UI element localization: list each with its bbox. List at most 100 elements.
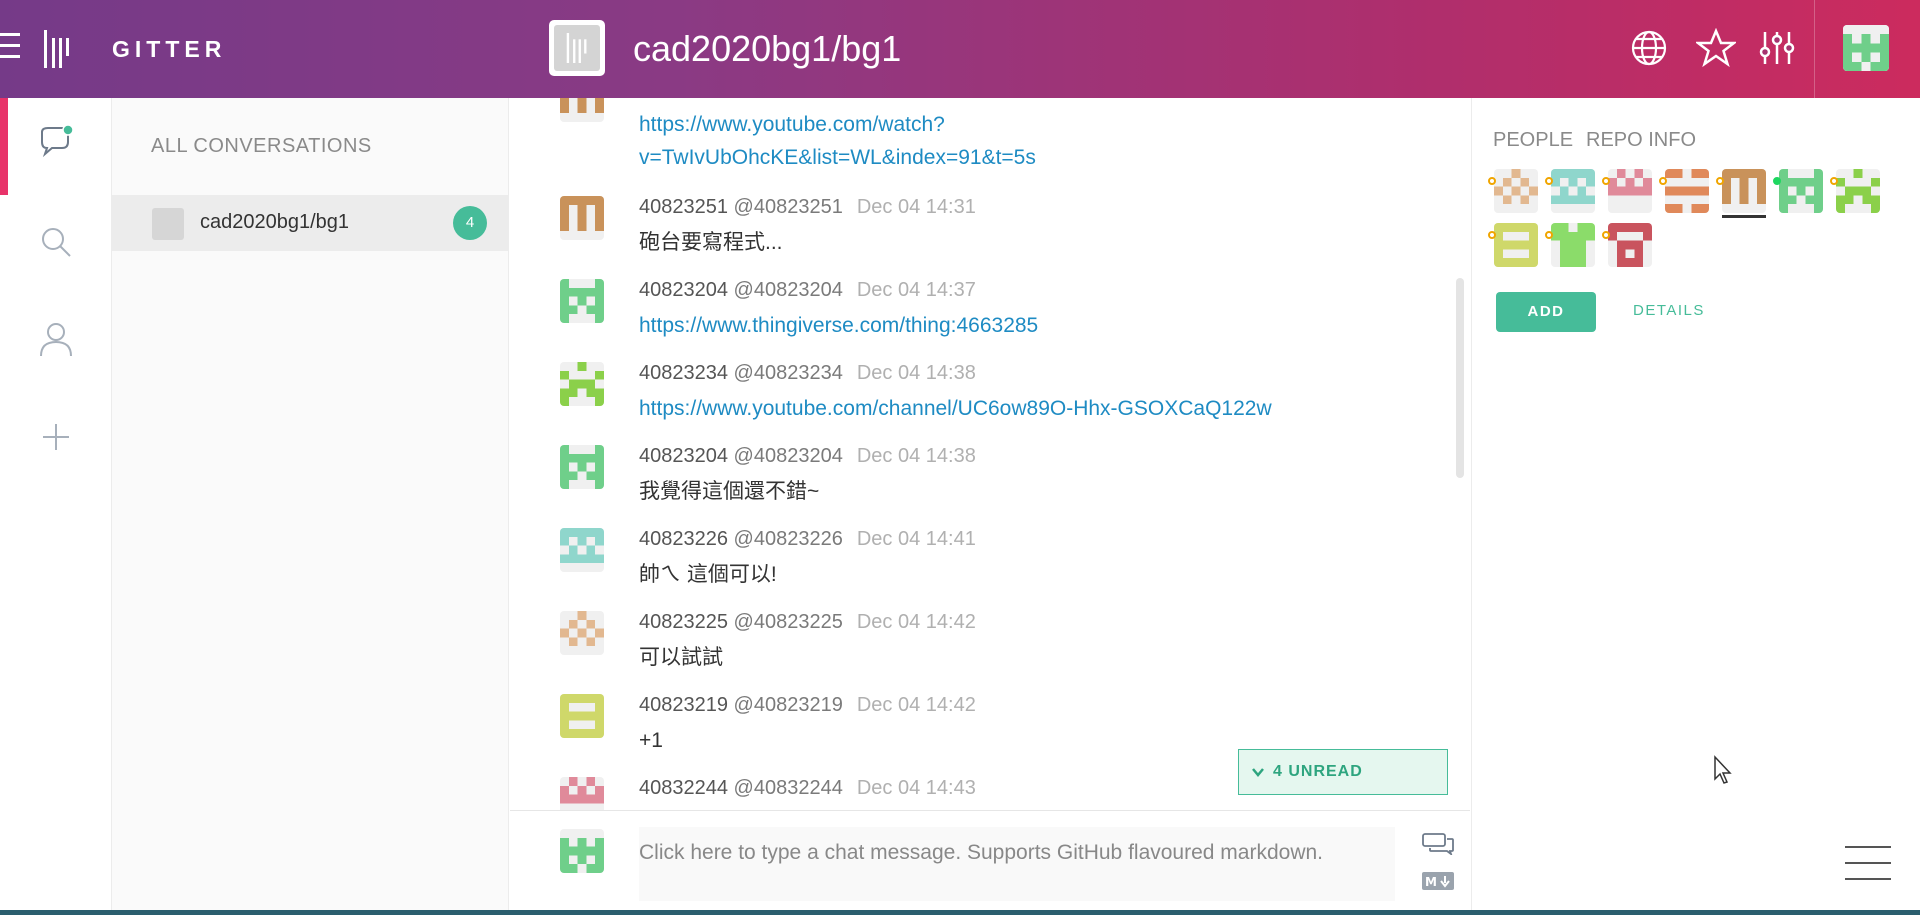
message-avatar[interactable]: [560, 611, 604, 655]
svg-text:M: M: [1425, 875, 1437, 889]
add-button[interactable]: ADD: [1496, 292, 1596, 332]
message-display-name[interactable]: 40823219: [639, 694, 728, 716]
conversations-icon[interactable]: [36, 122, 76, 162]
message-time[interactable]: Dec 04 14:38: [857, 445, 976, 467]
presence-dot: [1488, 231, 1496, 239]
chat-input[interactable]: Click here to type a chat message. Suppo…: [639, 827, 1395, 901]
message-link[interactable]: https://www.thingiverse.com/thing:466328…: [639, 314, 1038, 337]
message-avatar[interactable]: [560, 694, 604, 738]
person-avatar[interactable]: [1494, 223, 1538, 267]
person-avatar[interactable]: [1722, 169, 1766, 213]
message-username[interactable]: @40823251: [734, 98, 843, 100]
person-avatar[interactable]: [1779, 169, 1823, 213]
message-text: 砲台要寫程式...: [639, 231, 783, 254]
message-time[interactable]: Dec 04 14:31: [857, 196, 976, 218]
message-avatar[interactable]: [560, 777, 604, 810]
conversation-name: cad2020bg1/bg1: [200, 211, 350, 233]
message-display-name[interactable]: 40832244: [639, 777, 728, 799]
message-username[interactable]: @40823234: [734, 362, 843, 384]
chat-messages[interactable]: 40823251 @40823251 Dec 04 14:28 https://ww…: [510, 98, 1470, 810]
left-rail: [0, 98, 112, 915]
presence-dot: [1545, 231, 1553, 239]
message-body: https://www.youtube.com/channel/UC6ow89O…: [639, 392, 1272, 425]
message-avatar[interactable]: [560, 279, 604, 323]
message-link[interactable]: v=TwIvUbOhcKE&list=WL&index=91&t=5s: [639, 146, 1036, 169]
message-avatar[interactable]: [560, 98, 604, 122]
message-body: https://www.thingiverse.com/thing:466328…: [639, 309, 1038, 342]
person-avatar[interactable]: [1608, 223, 1652, 267]
room-logo-icon: [566, 33, 587, 63]
message-body: +1: [639, 724, 663, 757]
message-username[interactable]: @40823225: [734, 611, 843, 633]
top-bar: GITTER cad2020bg1/bg1: [0, 0, 1920, 98]
message-time[interactable]: Dec 04 14:38: [857, 362, 976, 384]
message-time[interactable]: Dec 04 14:42: [857, 611, 976, 633]
conversation-item[interactable]: cad2020bg1/bg1 4: [112, 195, 509, 251]
message-time[interactable]: Dec 04 14:41: [857, 528, 976, 550]
person-avatar[interactable]: [1836, 169, 1880, 213]
brand-name[interactable]: GITTER: [112, 36, 226, 63]
message-composer: Click here to type a chat message. Suppo…: [510, 810, 1470, 915]
globe-icon[interactable]: [1629, 28, 1669, 68]
person-avatar[interactable]: [1665, 169, 1709, 213]
message-display-name[interactable]: 40823204: [639, 445, 728, 467]
person-avatar[interactable]: [1551, 223, 1595, 267]
conversations-panel: ALL CONVERSATIONS cad2020bg1/bg1 4: [112, 98, 509, 915]
avatar-underline: [1722, 215, 1766, 218]
message-display-name[interactable]: 40823251: [639, 196, 728, 218]
message-meta: 40823251 @40823251 Dec 04 14:31: [639, 196, 976, 219]
person-avatar[interactable]: [1608, 169, 1652, 213]
markdown-icon[interactable]: M: [1421, 869, 1455, 893]
right-panel: PEOPLE REPO INFO ADD DETAILS: [1471, 98, 1920, 915]
message-avatar[interactable]: [560, 362, 604, 406]
message-display-name[interactable]: 40823226: [639, 528, 728, 550]
message-display-name[interactable]: 40823234: [639, 362, 728, 384]
details-link[interactable]: DETAILS: [1633, 302, 1705, 319]
chat-bubbles-icon[interactable]: [1421, 831, 1455, 855]
menu-icon[interactable]: [1845, 846, 1891, 882]
message-text: 我覺得這個還不錯~: [639, 480, 820, 503]
tab-repo-info[interactable]: REPO INFO: [1586, 129, 1696, 152]
message-username[interactable]: @40823251: [734, 196, 843, 218]
message-username[interactable]: @40832244: [734, 777, 843, 799]
unread-indicator-button[interactable]: 4 UNREAD: [1238, 749, 1448, 795]
message-meta: 40823204 @40823204 Dec 04 14:37: [639, 279, 976, 302]
chat-scrollbar[interactable]: [1456, 278, 1464, 478]
message-display-name[interactable]: 40823225: [639, 611, 728, 633]
presence-dot: [1830, 177, 1838, 185]
tab-people[interactable]: PEOPLE: [1493, 129, 1573, 152]
presence-dot: [1716, 177, 1724, 185]
people-icon[interactable]: [36, 318, 76, 358]
composer-user-avatar: [560, 829, 604, 873]
person-avatar[interactable]: [1494, 169, 1538, 213]
conversation-room-icon: [152, 208, 184, 240]
presence-dot: [1602, 177, 1610, 185]
message-time[interactable]: Dec 04 14:37: [857, 279, 976, 301]
message-link[interactable]: https://www.youtube.com/channel/UC6ow89O…: [639, 397, 1272, 420]
add-icon[interactable]: [36, 416, 76, 456]
room-avatar: [549, 20, 605, 76]
presence-dot: [1545, 177, 1553, 185]
settings-sliders-icon[interactable]: [1757, 28, 1797, 68]
message-avatar[interactable]: [560, 445, 604, 489]
message-link[interactable]: https://www.youtube.com/watch?: [639, 113, 945, 136]
message-time[interactable]: Dec 04 14:43: [857, 777, 976, 799]
message-meta: 40823204 @40823204 Dec 04 14:38: [639, 445, 976, 468]
menu-icon[interactable]: [0, 33, 20, 63]
message-username[interactable]: @40823219: [734, 694, 843, 716]
presence-dot: [1773, 177, 1781, 185]
user-avatar[interactable]: [1843, 25, 1889, 71]
message-display-name[interactable]: 40823251: [639, 98, 728, 100]
message-username[interactable]: @40823204: [734, 279, 843, 301]
message-avatar[interactable]: [560, 196, 604, 240]
message-display-name[interactable]: 40823204: [639, 279, 728, 301]
star-icon[interactable]: [1696, 28, 1736, 68]
message-avatar[interactable]: [560, 528, 604, 572]
person-avatar[interactable]: [1551, 169, 1595, 213]
search-icon[interactable]: [36, 222, 76, 262]
message-time[interactable]: Dec 04 14:42: [857, 694, 976, 716]
message-username[interactable]: @40823226: [734, 528, 843, 550]
message-time[interactable]: Dec 04 14:28: [857, 98, 976, 100]
gitter-logo-icon[interactable]: [42, 30, 72, 68]
message-username[interactable]: @40823204: [734, 445, 843, 467]
